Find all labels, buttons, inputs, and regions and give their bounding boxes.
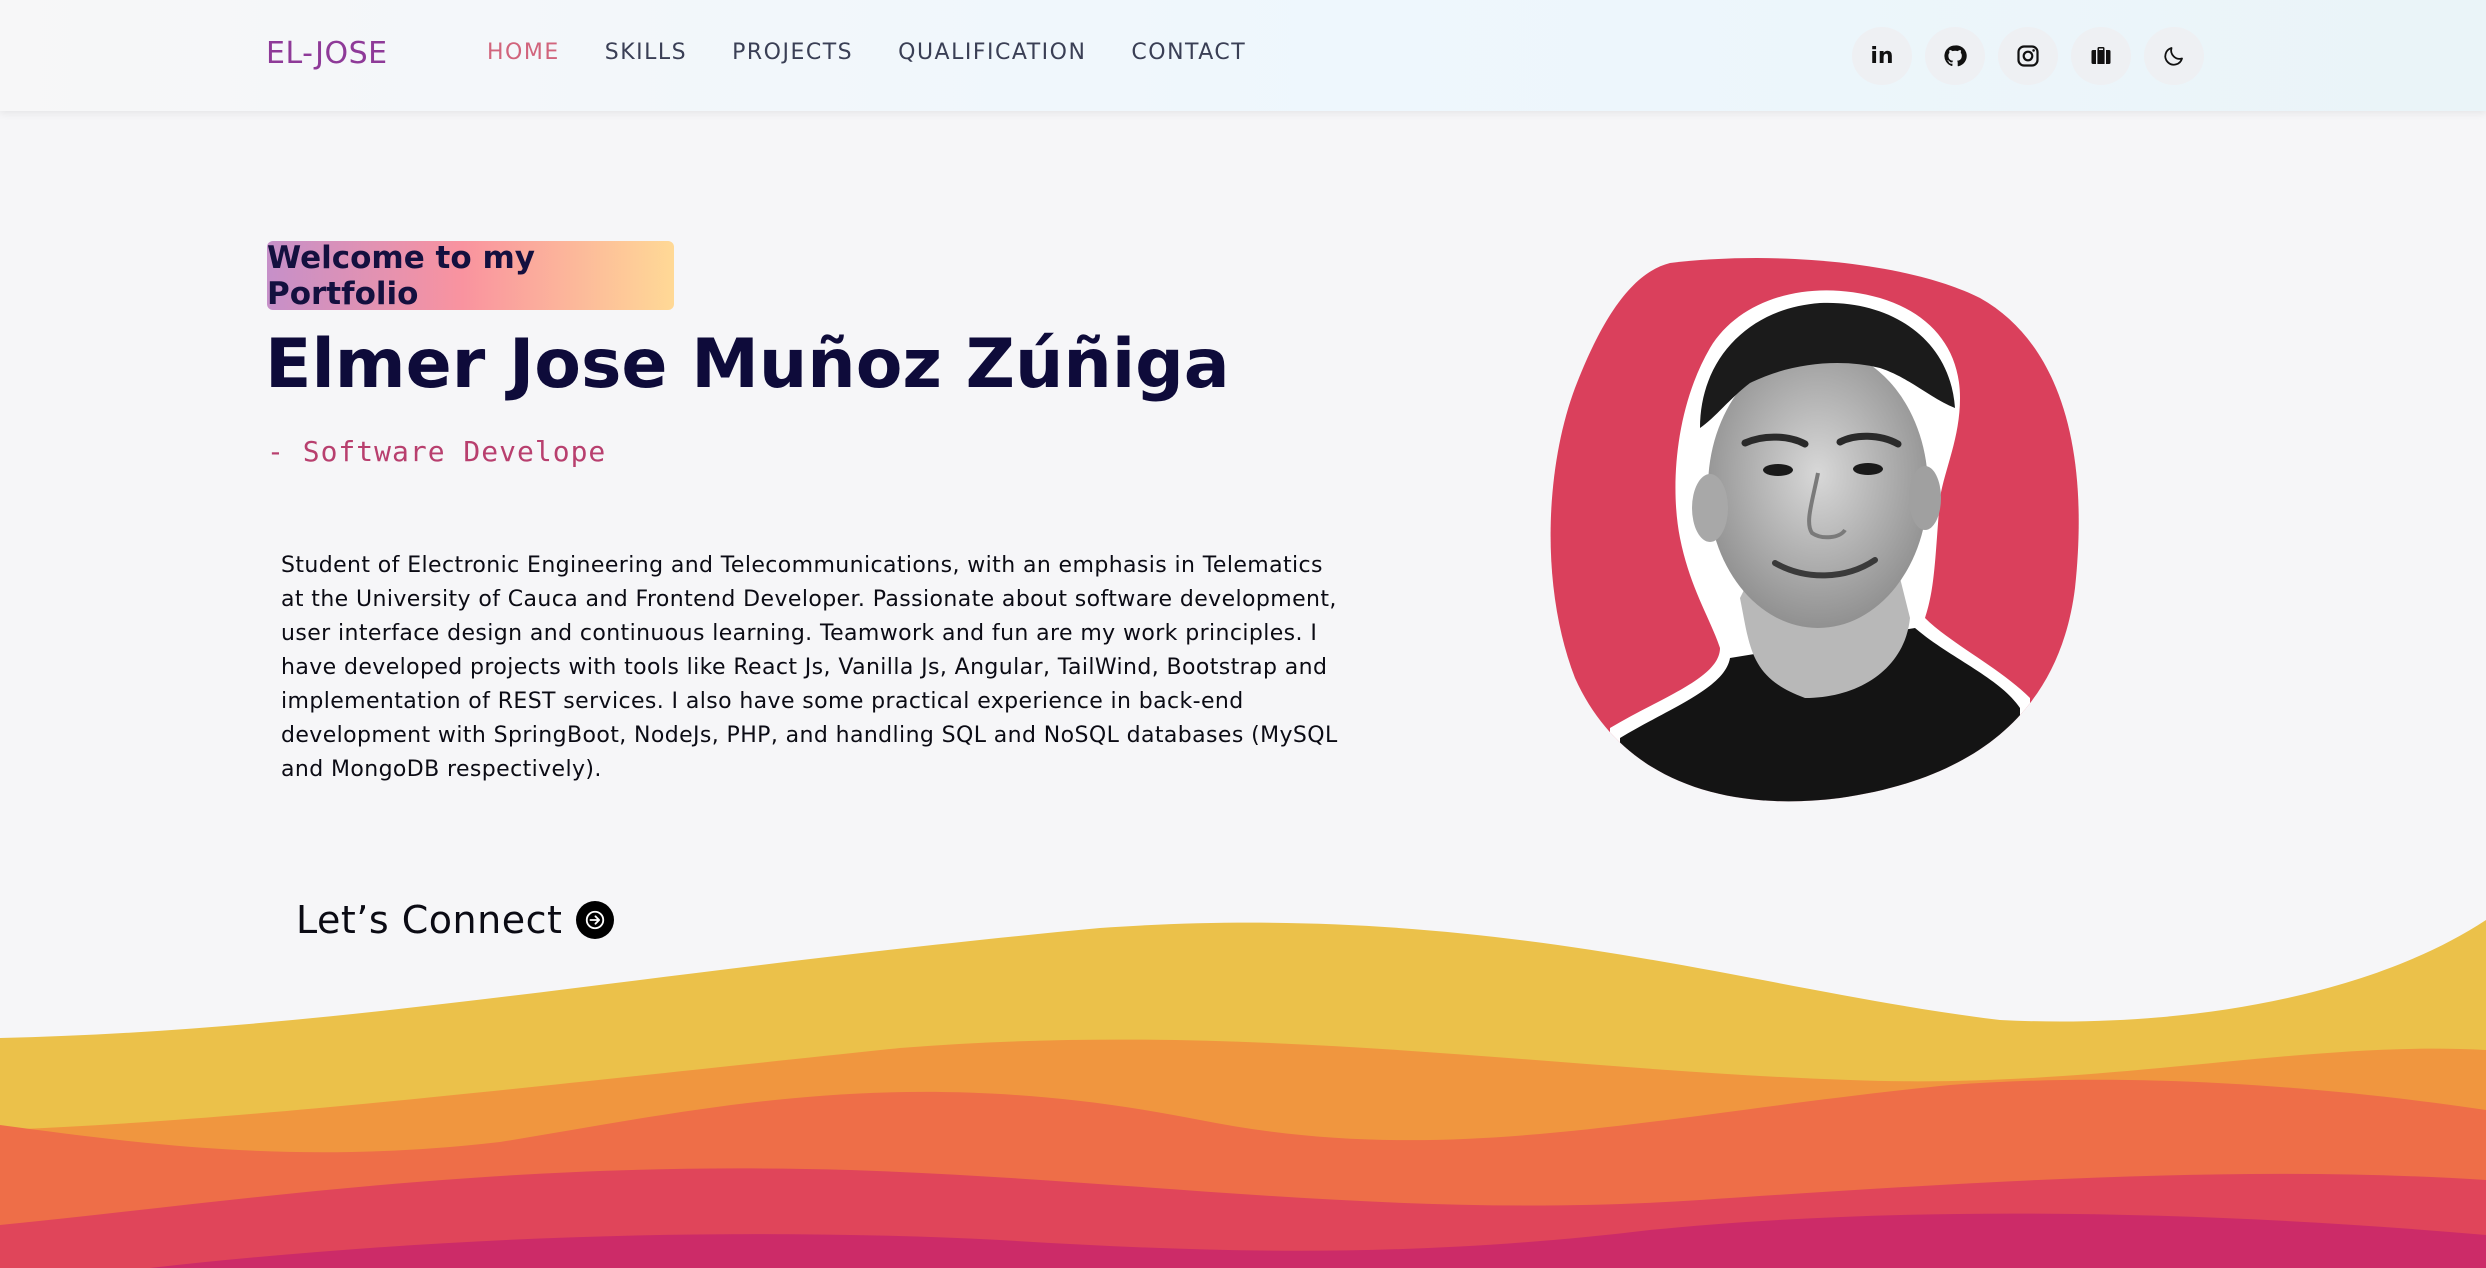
- nav-links: HOME SKILLS PROJECTS QUALIFICATION CONTA…: [487, 40, 1291, 65]
- site-logo[interactable]: EL-JOSE: [266, 36, 388, 71]
- portfolio-page: EL-JOSE HOME SKILLS PROJECTS QUALIFICATI…: [0, 0, 2486, 1268]
- lets-connect-button[interactable]: Let’s Connect: [296, 898, 615, 942]
- hero-name: Elmer Jose Muñoz Zúñiga: [265, 325, 1230, 404]
- linkedin-icon: in: [1870, 43, 1894, 69]
- nav-link-home[interactable]: HOME: [487, 40, 560, 65]
- arrow-right-icon: [576, 901, 615, 939]
- welcome-badge: Welcome to my Portfolio: [267, 240, 674, 312]
- github-icon: [1944, 45, 1967, 67]
- navbar: EL-JOSE HOME SKILLS PROJECTS QUALIFICATI…: [0, 0, 2486, 111]
- linkedin-button[interactable]: in: [1852, 27, 1912, 85]
- instagram-icon: [2017, 45, 2039, 67]
- portfolio-button[interactable]: [2071, 27, 2131, 85]
- profile-portrait: [1550, 258, 2085, 803]
- nav-link-projects[interactable]: PROJECTS: [732, 40, 853, 65]
- briefcase-icon: [2091, 47, 2111, 64]
- lets-connect-label: Let’s Connect: [296, 898, 563, 942]
- instagram-button[interactable]: [1998, 27, 2058, 85]
- nav-link-skills[interactable]: SKILLS: [605, 40, 687, 65]
- social-icons: in: [1852, 27, 2204, 85]
- theme-toggle-button[interactable]: [2144, 27, 2204, 85]
- nav-link-qualification[interactable]: QUALIFICATION: [898, 40, 1086, 65]
- hero-description: Student of Electronic Engineering and Te…: [281, 553, 1338, 782]
- nav-link-contact[interactable]: CONTACT: [1131, 40, 1246, 65]
- hero-role: - Software Develope: [267, 435, 607, 468]
- moon-icon: [2164, 47, 2183, 66]
- github-button[interactable]: [1925, 27, 1985, 85]
